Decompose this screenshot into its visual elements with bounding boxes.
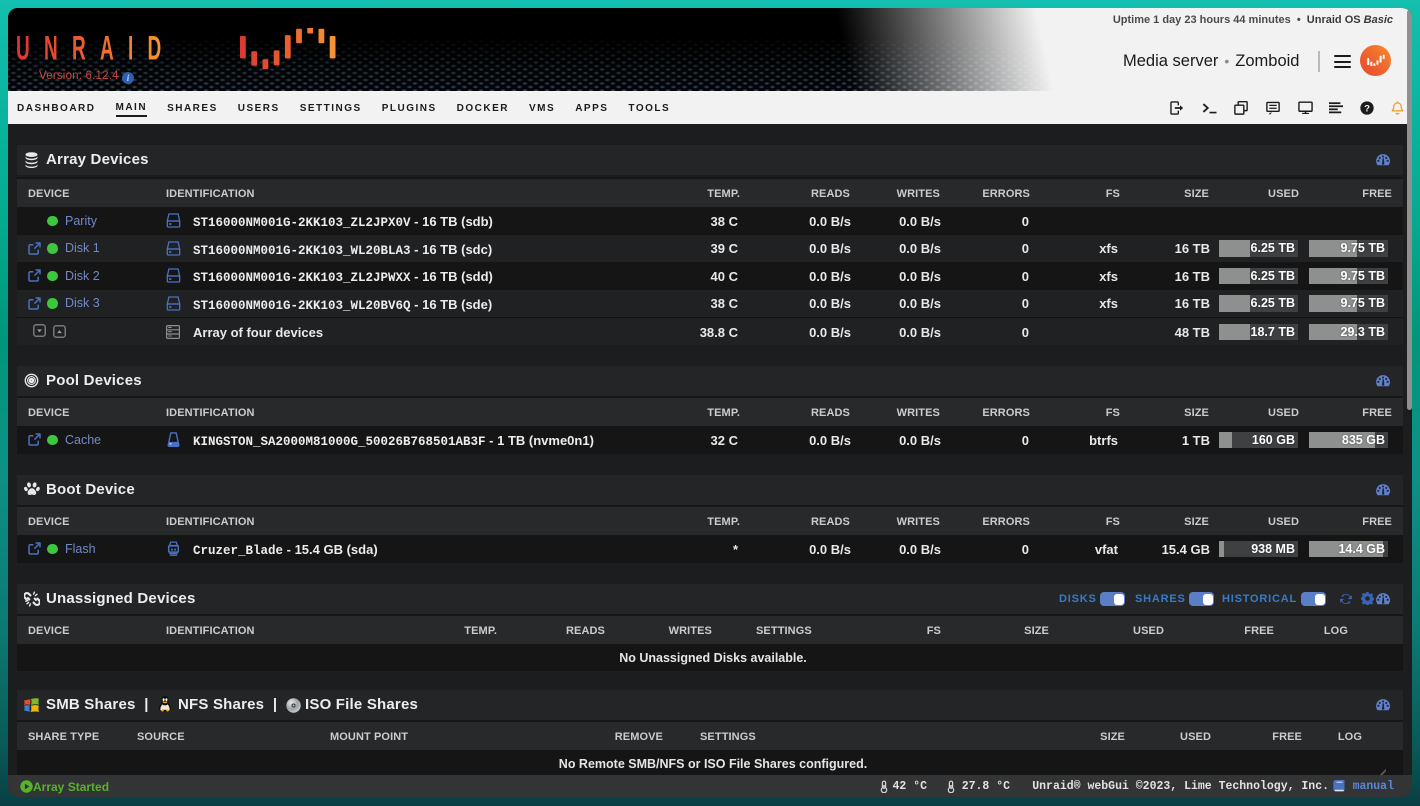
svg-text:?: ? [1364, 103, 1370, 114]
svg-text:UNRAID: UNRAID [16, 34, 161, 67]
